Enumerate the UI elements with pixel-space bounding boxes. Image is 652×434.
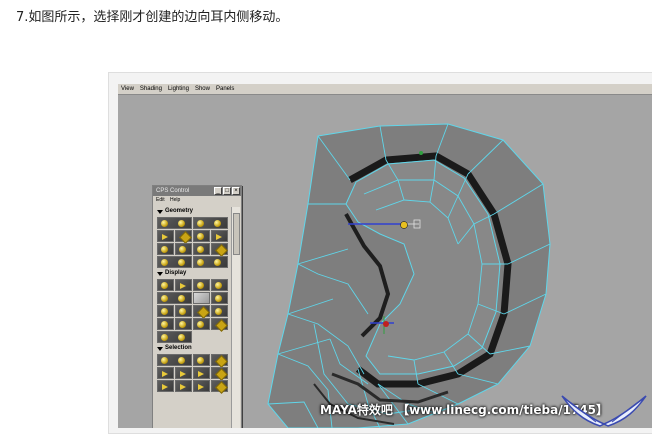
section-geometry-label: Geometry xyxy=(165,208,194,214)
tool-button[interactable] xyxy=(157,243,174,255)
tool-button[interactable] xyxy=(193,354,210,366)
tool-button[interactable] xyxy=(175,318,192,330)
tool-button[interactable] xyxy=(175,380,192,392)
tool-button[interactable] xyxy=(193,305,210,319)
tool-button[interactable] xyxy=(157,230,174,242)
cps-control-panel[interactable]: CPS Control _ □ × Edit Help Geometry Dis… xyxy=(152,185,242,428)
tool-button[interactable] xyxy=(193,230,210,242)
maya-viewport[interactable]: View Shading Lighting Show Panels CPS Co… xyxy=(118,84,652,428)
section-display-label: Display xyxy=(165,270,187,276)
panel-menu-edit[interactable]: Edit xyxy=(156,197,165,203)
tool-button[interactable] xyxy=(157,331,192,343)
collapse-triangle-icon[interactable] xyxy=(157,346,163,351)
tool-button[interactable] xyxy=(157,292,192,304)
tool-button[interactable] xyxy=(211,292,228,304)
panel-menu-help[interactable]: Help xyxy=(170,197,180,203)
section-display[interactable]: Display xyxy=(155,269,229,278)
tool-button[interactable] xyxy=(157,367,174,379)
collapse-triangle-icon[interactable] xyxy=(157,271,163,276)
move-manipulator-lower[interactable] xyxy=(368,314,404,338)
minimize-icon[interactable]: _ xyxy=(214,187,222,195)
tool-button[interactable] xyxy=(193,318,210,330)
panel-titlebar[interactable]: CPS Control _ □ × xyxy=(153,186,241,196)
tool-button[interactable] xyxy=(211,243,228,257)
tool-button[interactable] xyxy=(157,217,192,229)
tool-button[interactable] xyxy=(211,230,228,242)
panel-menubar: Edit Help xyxy=(153,196,241,205)
tool-button[interactable] xyxy=(211,354,228,368)
tool-button[interactable] xyxy=(193,292,210,304)
vertex-marker xyxy=(419,151,423,155)
tool-button[interactable] xyxy=(157,354,192,366)
tool-button[interactable] xyxy=(157,256,192,268)
collapse-triangle-icon[interactable] xyxy=(157,209,163,214)
scrollbar-thumb[interactable] xyxy=(233,213,240,255)
tool-button[interactable] xyxy=(211,367,228,381)
tool-button[interactable] xyxy=(211,318,228,332)
move-manipulator-upper[interactable] xyxy=(344,210,424,240)
tool-button[interactable] xyxy=(193,217,228,229)
tool-button[interactable] xyxy=(157,318,174,330)
tool-button[interactable] xyxy=(157,380,174,392)
maximize-icon[interactable]: □ xyxy=(223,187,231,195)
section-geometry[interactable]: Geometry xyxy=(155,207,229,216)
tool-button[interactable] xyxy=(193,256,228,268)
panel-body: Geometry Display Selection xyxy=(155,207,229,428)
tool-button[interactable] xyxy=(193,279,210,291)
section-selection[interactable]: Selection xyxy=(155,344,229,353)
tool-button[interactable] xyxy=(175,367,192,379)
tool-button[interactable] xyxy=(175,243,192,255)
tool-button[interactable] xyxy=(175,305,192,317)
tool-button[interactable] xyxy=(157,279,174,291)
caption: 7.如图所示，选择刚才创建的边向耳内侧移动。 xyxy=(16,10,289,25)
wings-logo-icon xyxy=(561,395,647,427)
tool-button[interactable] xyxy=(193,367,210,379)
panel-scrollbar[interactable] xyxy=(231,207,240,428)
tool-button[interactable] xyxy=(211,380,228,394)
tool-button[interactable] xyxy=(157,305,174,317)
tool-button[interactable] xyxy=(193,380,210,392)
tool-button[interactable] xyxy=(175,279,192,291)
tool-button[interactable] xyxy=(193,243,210,255)
tool-button[interactable] xyxy=(175,230,192,244)
section-selection-label: Selection xyxy=(165,345,192,351)
close-icon[interactable]: × xyxy=(232,187,240,195)
tool-button[interactable] xyxy=(211,305,228,317)
panel-title: CPS Control xyxy=(156,188,190,194)
tool-button[interactable] xyxy=(211,279,228,291)
